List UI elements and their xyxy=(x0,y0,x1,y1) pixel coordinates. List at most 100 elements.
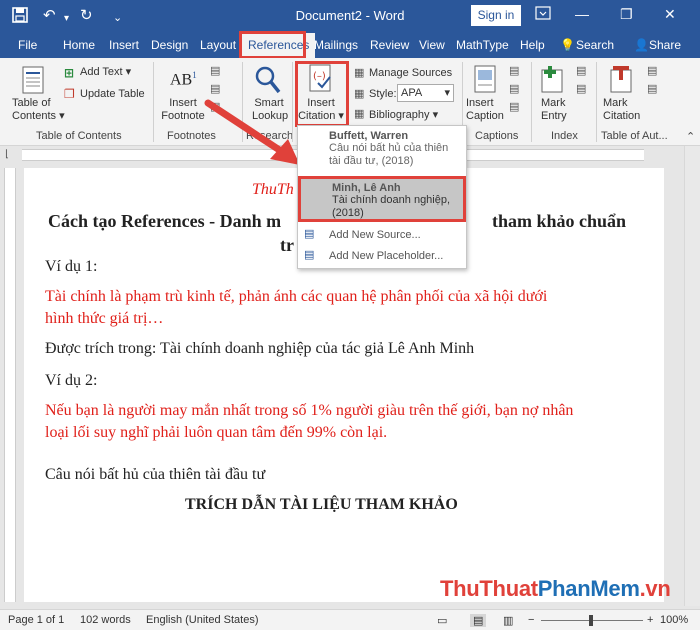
style-select-value: APA xyxy=(401,87,423,99)
mark-citation-icon xyxy=(610,65,634,96)
citation-source-minh[interactable]: Minh, Lê Anh Tài chính doanh nghiệp, (20… xyxy=(298,176,466,222)
undo-dropdown-icon[interactable]: ▾ xyxy=(64,10,69,28)
source-desc-line1: Câu nói bất hủ của thiên xyxy=(329,142,449,154)
search-icon[interactable]: 💡 xyxy=(560,38,575,52)
tab-mailings[interactable]: Mailings xyxy=(314,38,358,52)
mark-entry-label-2: Entry xyxy=(541,110,567,122)
add-placeholder-icon: ▤ xyxy=(304,249,315,261)
update-table-icon[interactable]: ▤ xyxy=(509,82,519,95)
tab-help[interactable]: Help xyxy=(520,38,545,52)
insert-caption-icon xyxy=(474,65,496,96)
sign-in-button[interactable]: Sign in xyxy=(471,5,521,26)
ribbon-options-icon[interactable] xyxy=(535,6,551,23)
mark-citation-label-1: Mark xyxy=(603,97,628,109)
insert-endnote-icon[interactable]: ▤ xyxy=(210,64,220,77)
update-index-icon[interactable]: ▤ xyxy=(576,82,586,95)
save-icon[interactable] xyxy=(12,7,28,28)
citation2-text: Câu nói bất hủ của thiên tài đầu tư xyxy=(45,466,266,483)
insert-caption-button[interactable]: Insert Caption xyxy=(466,97,504,123)
group-index: Index xyxy=(551,130,578,142)
mark-citation-button[interactable]: Mark Citation xyxy=(603,97,640,123)
tab-design[interactable]: Design xyxy=(151,38,188,52)
redo-icon[interactable]: ↻ xyxy=(80,7,93,25)
word-count[interactable]: 102 words xyxy=(80,614,131,626)
tab-references[interactable]: References xyxy=(242,33,316,58)
tab-search[interactable]: Search xyxy=(576,38,614,52)
insert-footnote-icon: AB1 xyxy=(170,70,197,89)
update-toa-icon[interactable]: ▤ xyxy=(647,82,657,95)
vertical-scrollbar[interactable] xyxy=(684,146,700,606)
update-table-button[interactable]: Update Table xyxy=(80,88,145,101)
citation-source-buffett[interactable]: Buffett, Warren Câu nói bất hủ của thiên… xyxy=(298,130,466,172)
footnote-label-1: Insert xyxy=(169,97,197,109)
undo-icon[interactable]: ↶ xyxy=(43,7,56,25)
source-author: Buffett, Warren xyxy=(329,130,409,142)
quote2-line2: loại lối suy nghĩ phải luôn quan tâm đến… xyxy=(45,424,388,441)
smart-lookup-icon xyxy=(254,65,282,98)
table-of-contents-button[interactable]: Table of Contents ▾ xyxy=(12,97,65,123)
style-select[interactable]: APA ▾ xyxy=(397,84,454,102)
zoom-out-button[interactable]: − xyxy=(528,614,534,626)
example1-label: Ví dụ 1: xyxy=(45,258,98,275)
citation-label-1: Insert xyxy=(307,97,335,109)
add-new-source-item[interactable]: ▤ Add New Source... xyxy=(298,226,466,246)
mark-entry-icon xyxy=(541,65,565,96)
zoom-slider-thumb[interactable] xyxy=(589,615,593,626)
add-text-label: Add Text xyxy=(80,66,123,78)
window-title: Document2 - Word xyxy=(295,8,405,23)
watermark-part3: .vn xyxy=(639,576,671,601)
style-icon: ▦ xyxy=(354,88,365,100)
bibliography-icon: ▦ xyxy=(354,108,365,120)
header-text: ThuTh xyxy=(252,181,294,198)
document-heading-line2: tr xyxy=(280,235,294,255)
restore-button[interactable]: ❐ xyxy=(620,6,633,23)
web-layout-icon[interactable]: ▥ xyxy=(503,614,513,627)
title-bar: ↶ ▾ ↻ ⌄ Document2 - Word Sign in — ❐ ✕ xyxy=(0,0,700,32)
insert-citation-icon: (–) xyxy=(308,64,334,97)
close-button[interactable]: ✕ xyxy=(664,6,676,23)
read-mode-icon[interactable]: ▭ xyxy=(437,614,447,627)
tab-home[interactable]: Home xyxy=(63,38,95,52)
tab-selector-icon[interactable]: ⌊ xyxy=(5,149,9,160)
ab-glyph: AB xyxy=(170,71,193,89)
tab-layout[interactable]: Layout xyxy=(200,38,236,52)
add-new-placeholder-item[interactable]: ▤ Add New Placeholder... xyxy=(298,247,466,267)
share-icon[interactable]: 👤 xyxy=(634,38,649,52)
caption-label-1: Insert xyxy=(466,97,494,109)
tab-file[interactable]: File xyxy=(18,38,37,52)
insert-index-icon[interactable]: ▤ xyxy=(576,64,586,77)
add-new-source-label: Add New Source... xyxy=(329,229,421,241)
toc-label-2: Contents xyxy=(12,110,57,122)
ribbon-tabs: File Home Insert Design Layout Reference… xyxy=(0,32,700,58)
style-label: Style: xyxy=(369,88,397,100)
cross-reference-icon[interactable]: ▤ xyxy=(509,100,519,113)
collapse-ribbon-icon[interactable]: ⌃ xyxy=(686,130,695,143)
insert-toa-icon[interactable]: ▤ xyxy=(647,64,657,77)
page-count[interactable]: Page 1 of 1 xyxy=(8,614,64,626)
quote1-line2: hình thức giá trị… xyxy=(45,310,164,327)
tab-view[interactable]: View xyxy=(419,38,445,52)
tab-share[interactable]: Share xyxy=(649,38,681,52)
next-footnote-icon[interactable]: ▤ xyxy=(210,82,220,95)
mark-entry-button[interactable]: Mark Entry xyxy=(541,97,567,123)
example2-label: Ví dụ 2: xyxy=(45,372,98,389)
language-status[interactable]: English (United States) xyxy=(146,614,259,626)
mark-citation-label-2: Citation xyxy=(603,110,641,122)
add-text-button[interactable]: Add Text ▾ xyxy=(80,66,131,79)
update-table-icon: ❐ xyxy=(64,87,75,101)
print-layout-icon[interactable]: ▤ xyxy=(470,614,487,627)
minimize-button[interactable]: — xyxy=(575,6,589,22)
zoom-level[interactable]: 100% xyxy=(660,614,688,626)
group-captions: Captions xyxy=(475,130,519,142)
manage-sources-button[interactable]: Manage Sources xyxy=(369,67,452,80)
quote1-line1: Tài chính là phạm trù kinh tế, phản ánh … xyxy=(45,288,548,305)
tab-review[interactable]: Review xyxy=(370,38,409,52)
tab-insert[interactable]: Insert xyxy=(109,38,139,52)
customize-toolbar-icon[interactable]: ⌄ xyxy=(113,9,122,27)
zoom-in-button[interactable]: + xyxy=(647,614,653,626)
insert-table-of-figures-icon[interactable]: ▤ xyxy=(509,64,519,77)
tab-mathtype[interactable]: MathType xyxy=(456,38,509,52)
bibliography-button[interactable]: Bibliography ▾ xyxy=(369,109,438,122)
bibliography-label: Bibliography xyxy=(369,109,430,121)
manage-sources-icon: ▦ xyxy=(354,67,365,79)
